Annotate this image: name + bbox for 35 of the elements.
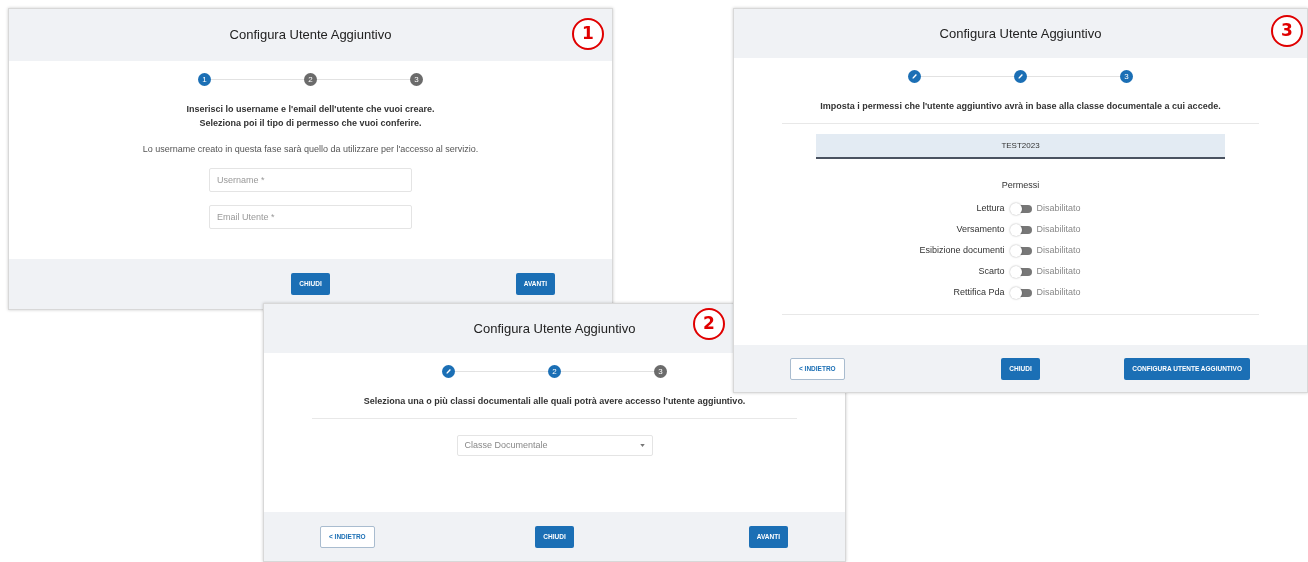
instruction-text: Inserisci lo username e l'email dell'utente che vuoi creare. [185,103,436,116]
class-header: TEST2023 [816,134,1225,159]
caret-icon [639,444,645,447]
instruction-text: Imposta i permessi che l'utente aggiuntivo avrà in base alla classe documentale a cui accede. [819,100,1222,113]
status-text: Disabilitato [1036,202,1082,216]
instruction-text: Seleziona una o più classi documentali alle quali potrà avere accesso l'utente aggiuntivo. [362,395,747,408]
toggle-switch[interactable] [1009,287,1032,299]
status-text: Disabilitato [1036,244,1082,258]
permission-label: Scarto [977,265,1005,279]
dropdown-field[interactable]: Classe Documentale [456,435,653,456]
toggle-switch[interactable] [1009,266,1032,278]
toggle-switch[interactable] [1009,203,1032,215]
step-marker: 3 [410,73,423,86]
dialog-title: Configura Utente Aggiuntivo [473,319,636,338]
input-field[interactable]: Email Utente * [209,204,412,229]
permission-label: Versamento [955,223,1005,237]
toggle-switch[interactable] [1009,224,1032,236]
toggle-switch[interactable] [1009,245,1032,257]
status-text: Disabilitato [1036,265,1082,279]
permission-label: Lettura [975,202,1005,216]
status-text: Disabilitato [1036,286,1082,300]
step-marker: 2 [304,73,317,86]
step-marker: 3 [1120,70,1133,83]
permission-label: Esibizione documenti [918,244,1005,258]
dialog-title: Configura Utente Aggiuntivo [939,24,1102,43]
permission-label: Rettifica Pda [952,286,1005,300]
step-marker: 3 [654,365,667,378]
input-field[interactable]: Username * [209,167,412,192]
step-marker: 2 [548,365,561,378]
note-text: Lo username creato in questa fase sarà quello da utilizzare per l'accesso al servizio. [141,143,480,156]
permissions-heading: Permessi [1000,179,1041,192]
step-marker: 1 [198,73,211,86]
instruction-text: Seleziona poi il tipo di permesso che vuoi conferire. [198,117,423,130]
dialog-title: Configura Utente Aggiuntivo [229,26,392,45]
status-text: Disabilitato [1036,223,1082,237]
